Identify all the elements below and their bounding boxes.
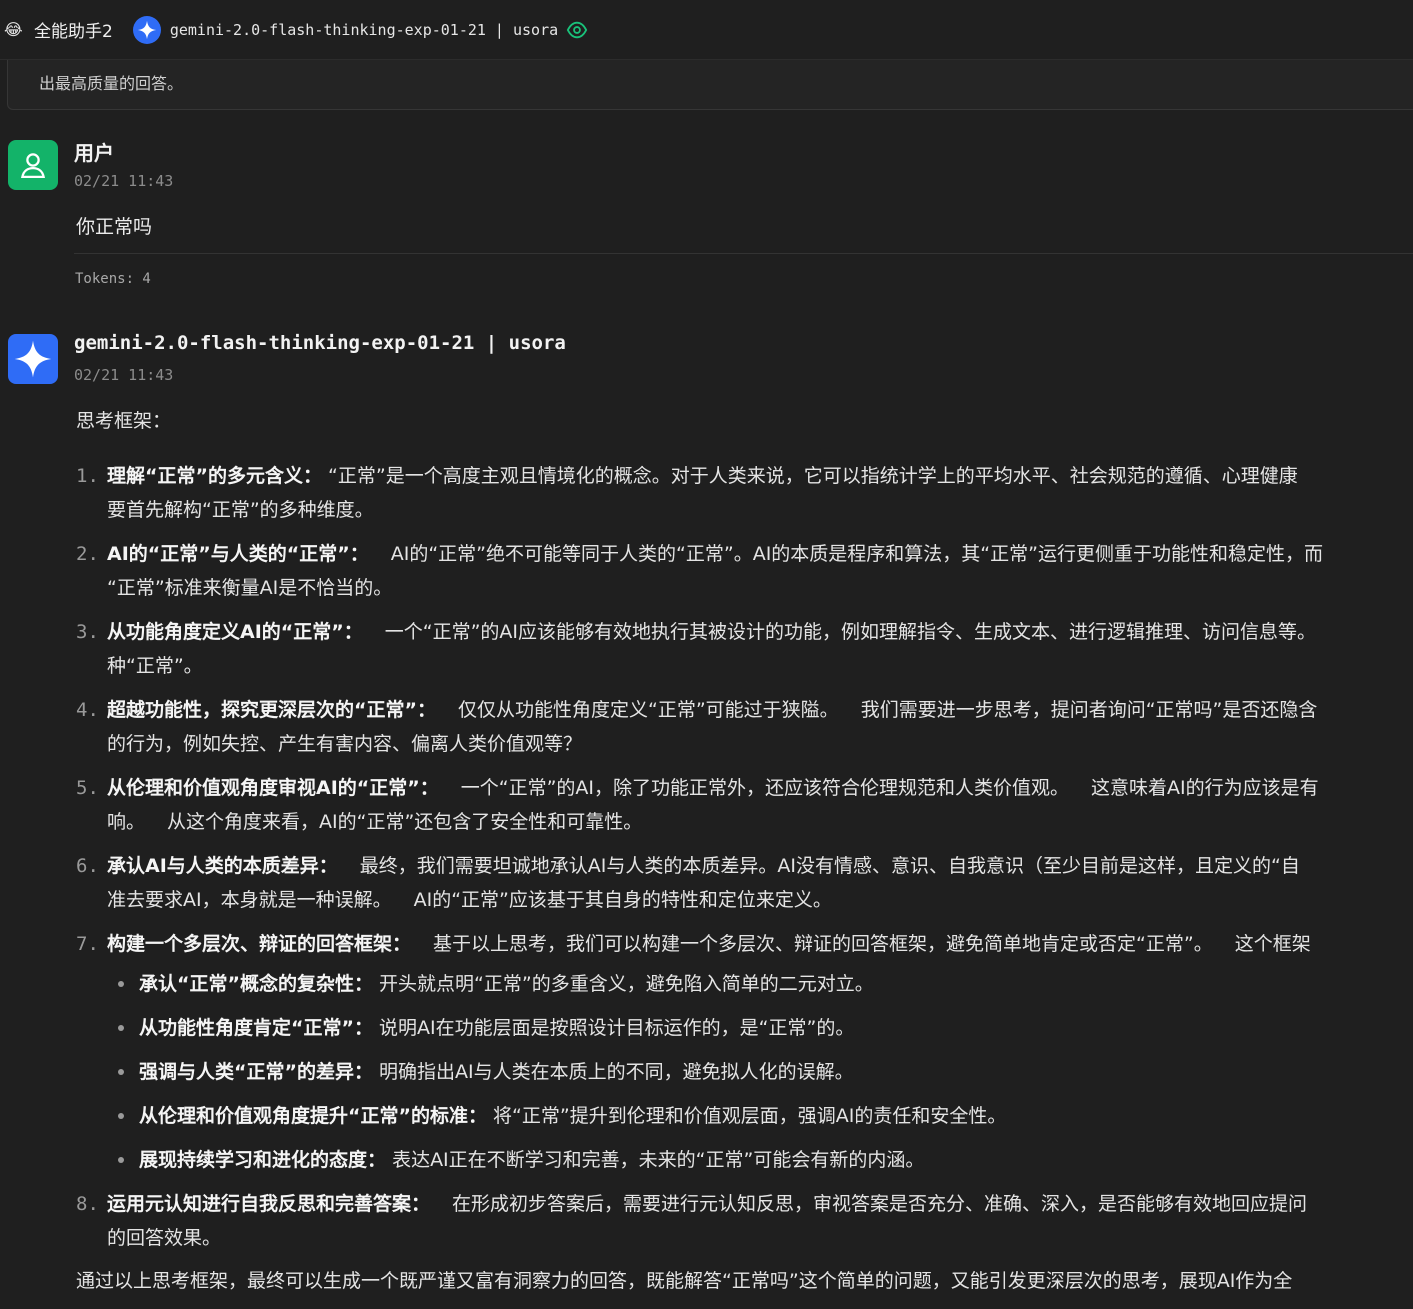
list-item: 从功能性角度肯定“正常”： 说明AI在功能层面是按照设计目标运作的，是“正常”的… [107, 1011, 1413, 1045]
model-selector[interactable]: gemini-2.0-flash-thinking-exp-01-21 | us… [170, 21, 558, 39]
system-prompt-box: 出最高质量的回答。 [7, 60, 1413, 110]
user-avatar [8, 140, 58, 190]
eye-icon[interactable] [566, 19, 588, 41]
framework-intro: 思考框架： [76, 410, 172, 432]
list-item: 承认“正常”概念的复杂性： 开头就点明“正常”的多重含义，避免陷入简单的二元对立… [107, 967, 1413, 1001]
system-prompt-text: 出最高质量的回答。 [39, 74, 184, 93]
framework-steps: 1. 理解“正常”的多元含义： “正常”是一个高度主观且情境化的概念。对于人类来… [76, 459, 1413, 1255]
assistant-name[interactable]: 全能助手2 [34, 17, 113, 42]
gemini-sparkle-icon [132, 15, 161, 44]
bot-message-time: 02/21 11:43 [74, 366, 174, 384]
token-count: Tokens: 4 [75, 271, 151, 287]
assistant-emoji-icon: 😂 [4, 19, 23, 39]
list-item: 从伦理和价值观角度提升“正常”的标准： 将“正常”提升到伦理和价值观层面，强调A… [107, 1099, 1413, 1133]
user-message-time: 02/21 11:43 [74, 172, 174, 190]
list-item: 7. 构建一个多层次、辩证的回答框架： 基于以上思考，我们可以构建一个多层次、辩证… [76, 927, 1413, 1177]
message-divider [74, 253, 1413, 254]
list-item: 展现持续学习和进化的态度： 表达AI正在不断学习和完善，未来的“正常”可能会有新… [107, 1143, 1413, 1177]
user-sender-name: 用户 [74, 141, 114, 165]
list-item: 1. 理解“正常”的多元含义： “正常”是一个高度主观且情境化的概念。对于人类来… [76, 465, 1298, 521]
list-item: 5. 从伦理和价值观角度审视AI的“正常”： 一个“正常”的AI，除了功能正常外，… [76, 777, 1319, 833]
list-item: 8. 运用元认知进行自我反思和完善答案： 在形成初步答案后，需要进行元认知反思，审… [76, 1193, 1308, 1249]
chat-header: 😂 全能助手2 gemini-2.0-flash-thinking-exp-01… [0, 0, 1413, 60]
list-item: 2. AI的“正常”与人类的“正常”： AI的“正常”绝不可能等同于人类的“正常”… [76, 543, 1323, 599]
user-message-text: 你正常吗 [76, 216, 153, 238]
list-item: 强调与人类“正常”的差异： 明确指出AI与人类在本质上的不同，避免拟人化的误解。 [107, 1055, 1413, 1089]
bot-message-content: 思考框架： 1. 理解“正常”的多元含义： “正常”是一个高度主观且情境化的概念… [76, 406, 1413, 1296]
framework-sub-points: 承认“正常”概念的复杂性： 开头就点明“正常”的多重含义，避免陷入简单的二元对立… [107, 967, 1413, 1177]
list-item: 6. 承认AI与人类的本质差异： 最终，我们需要坦诚地承认AI与人类的本质差异。A… [76, 855, 1300, 911]
list-item: 4. 超越功能性，探究更深层次的“正常”： 仅仅从功能性角度定义“正常”可能过于狭… [76, 699, 1318, 755]
gemini-avatar-icon [8, 334, 58, 384]
list-item: 3. 从功能角度定义AI的“正常”： 一个“正常”的AI应该能够有效地执行其被设计… [76, 621, 1317, 677]
framework-summary: 通过以上思考框架，最终可以生成一个既严谨又富有洞察力的回答，既能解答“正常吗”这… [76, 1270, 1293, 1292]
bot-sender-name: gemini-2.0-flash-thinking-exp-01-21 | us… [74, 332, 566, 354]
